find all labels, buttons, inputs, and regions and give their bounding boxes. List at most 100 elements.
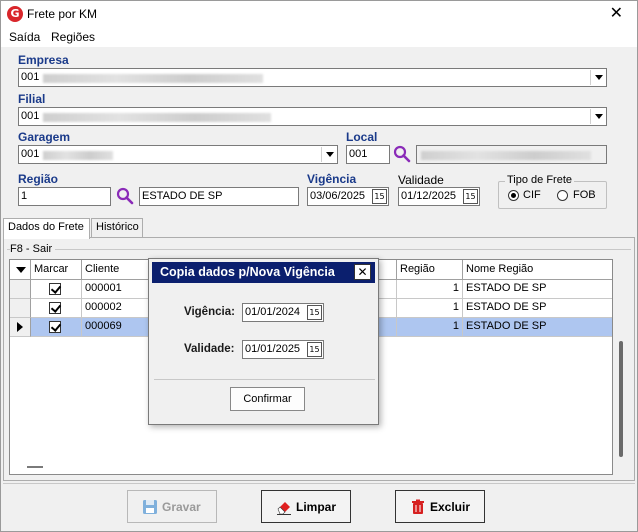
vigencia-label: Vigência [307, 172, 357, 186]
tab-dados-do-frete[interactable]: Dados do Frete [3, 218, 90, 239]
row-indicator-current[interactable] [10, 318, 31, 337]
eraser-icon [277, 502, 291, 515]
footer-divider [3, 483, 635, 484]
empresa-label: Empresa [18, 53, 69, 67]
search-icon[interactable] [393, 145, 411, 163]
save-icon [143, 500, 157, 514]
filial-combo[interactable]: 001 [18, 107, 607, 126]
grid-horizontal-scrollbar[interactable] [27, 466, 43, 468]
gravar-button[interactable]: Gravar [127, 490, 217, 523]
row-indicator[interactable] [10, 299, 31, 318]
garagem-combo[interactable]: 001 [18, 145, 338, 164]
empresa-name-redacted [43, 74, 263, 83]
chevron-down-icon[interactable] [321, 147, 336, 162]
empresa-combo[interactable]: 001 [18, 68, 607, 87]
checkbox-checked[interactable] [49, 283, 61, 295]
checkbox-checked[interactable] [49, 321, 61, 333]
title-bar: G Frete por KM ✕ [1, 1, 637, 27]
tab-historico[interactable]: Histórico [91, 218, 143, 238]
excluir-button[interactable]: Excluir [395, 490, 485, 523]
radio-cif[interactable] [508, 190, 519, 201]
garagem-label: Garagem [18, 130, 71, 144]
tipo-frete-group: Tipo de Frete CIF FOB [498, 174, 607, 209]
dialog-close-icon[interactable]: ✕ [354, 264, 371, 280]
grid-header-nome-regiao[interactable]: Nome Região [463, 260, 612, 280]
menu-bar: Saída Regiões [1, 27, 637, 47]
local-name-field [416, 145, 607, 164]
dialog-validade-input[interactable]: 01/01/2025 15 [242, 340, 324, 359]
vigencia-date-input[interactable]: 03/06/2025 15 [307, 187, 389, 206]
vigencia-value: 03/06/2025 [310, 190, 366, 202]
row-indicator[interactable] [10, 280, 31, 299]
dialog-validade-value: 01/01/2025 [245, 343, 301, 355]
table-row-regiao: 1 [397, 280, 463, 299]
local-code: 001 [349, 148, 368, 160]
table-row-nome-regiao: ESTADO DE SP [463, 299, 612, 318]
menu-item-regioes[interactable]: Regiões [51, 30, 95, 44]
filial-name-redacted [43, 113, 271, 122]
grid-vertical-scrollbar[interactable] [619, 341, 623, 457]
radio-cif-label: CIF [523, 189, 541, 201]
grid-header-indicator[interactable] [10, 260, 31, 280]
current-row-icon [17, 322, 23, 332]
excluir-label: Excluir [430, 500, 471, 514]
regiao-name-field: ESTADO DE SP [139, 187, 299, 206]
dialog-vigencia-label: Vigência: [184, 306, 235, 318]
checkbox-checked[interactable] [49, 302, 61, 314]
copy-validity-dialog: Copia dados p/Nova Vigência ✕ Vigência: … [148, 258, 379, 425]
dialog-vigencia-input[interactable]: 01/01/2024 15 [242, 303, 324, 322]
dialog-separator [154, 379, 375, 380]
limpar-label: Limpar [296, 500, 337, 514]
table-row-marcar[interactable] [31, 299, 82, 318]
dialog-validade-label: Validade: [184, 343, 235, 355]
limpar-button[interactable]: Limpar [261, 490, 351, 523]
local-name-redacted [421, 151, 591, 160]
filial-code: 001 [21, 110, 40, 122]
calendar-icon[interactable]: 15 [372, 189, 387, 204]
garagem-code: 001 [21, 148, 40, 160]
local-code-input[interactable]: 001 [346, 145, 390, 164]
sort-down-icon [16, 267, 26, 273]
table-row-marcar[interactable] [31, 280, 82, 299]
window-title: Frete por KM [27, 7, 98, 21]
regiao-code-input[interactable]: 1 [18, 187, 111, 206]
dialog-vigencia-value: 01/01/2024 [245, 306, 301, 318]
table-row-marcar[interactable] [31, 318, 82, 337]
chevron-down-icon[interactable] [590, 109, 605, 124]
calendar-icon[interactable]: 15 [463, 189, 478, 204]
confirm-button[interactable]: Confirmar [230, 387, 305, 411]
hint-frame-line [7, 249, 631, 250]
window-close-icon[interactable]: ✕ [610, 4, 623, 22]
exit-hint: F8 - Sair [10, 243, 56, 255]
dialog-title: Copia dados p/Nova Vigência [160, 265, 335, 279]
dialog-title-bar: Copia dados p/Nova Vigência ✕ [152, 262, 375, 283]
chevron-down-icon[interactable] [590, 70, 605, 85]
table-row-nome-regiao: ESTADO DE SP [463, 318, 612, 337]
validade-value: 01/12/2025 [401, 190, 457, 202]
main-window: G Frete por KM ✕ Saída Regiões Empresa 0… [0, 0, 638, 532]
table-row-nome-regiao: ESTADO DE SP [463, 280, 612, 299]
trash-icon [412, 499, 424, 514]
radio-fob-label: FOB [573, 189, 596, 201]
validade-date-input[interactable]: 01/12/2025 15 [398, 187, 480, 206]
calendar-icon[interactable]: 15 [307, 342, 322, 357]
gravar-label: Gravar [162, 500, 201, 514]
search-icon[interactable] [116, 187, 134, 205]
menu-item-saida[interactable]: Saída [9, 30, 40, 44]
local-label: Local [346, 130, 378, 144]
regiao-label: Região [18, 172, 59, 186]
validade-label: Validade [398, 173, 444, 187]
grid-header-marcar[interactable]: Marcar [31, 260, 82, 280]
calendar-icon[interactable]: 15 [307, 305, 322, 320]
regiao-name: ESTADO DE SP [142, 190, 223, 202]
regiao-code: 1 [21, 190, 28, 202]
tipo-frete-label: Tipo de Frete [505, 174, 575, 186]
table-row-regiao: 1 [397, 299, 463, 318]
empresa-code: 001 [21, 71, 40, 83]
garagem-name-redacted [43, 151, 113, 160]
grid-header-regiao[interactable]: Região [397, 260, 463, 280]
radio-fob[interactable] [557, 190, 568, 201]
app-logo-icon: G [7, 6, 23, 22]
table-row-regiao: 1 [397, 318, 463, 337]
filial-label: Filial [18, 92, 46, 106]
